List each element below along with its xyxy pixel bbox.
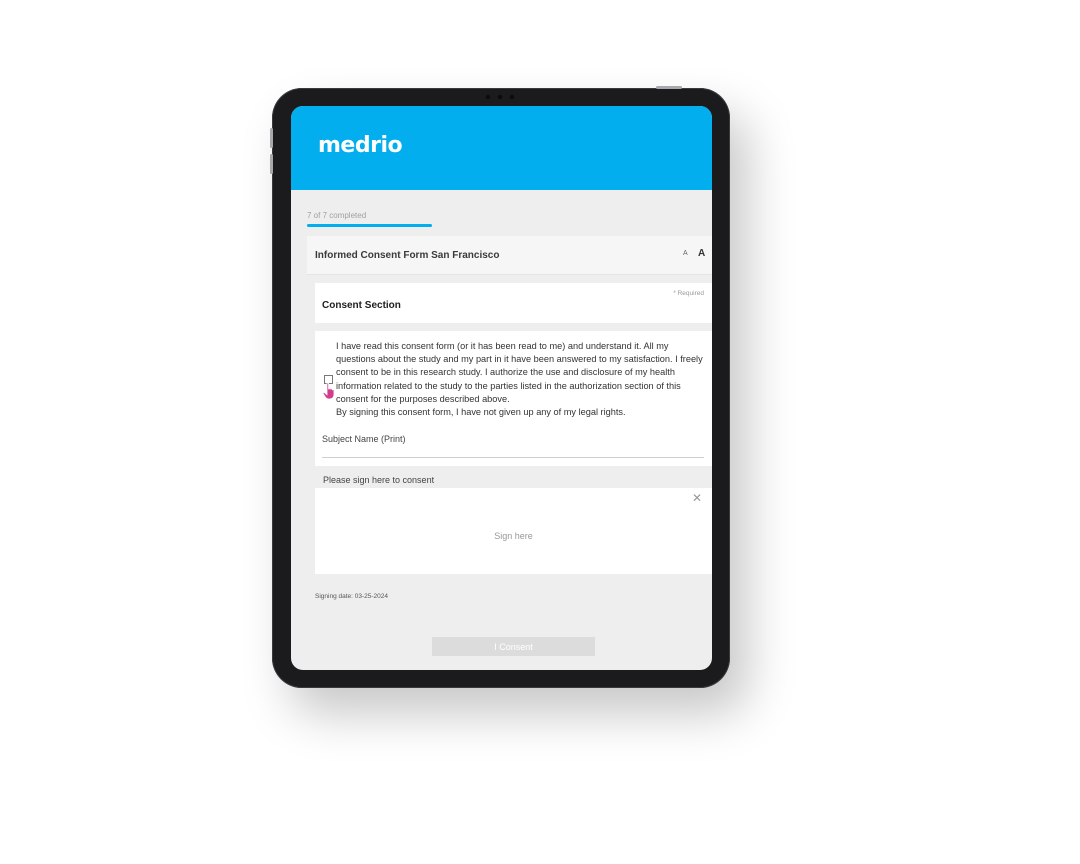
signature-pad[interactable]: ✕ Sign here bbox=[315, 488, 712, 574]
font-size-decrease-button[interactable]: A bbox=[683, 250, 688, 257]
tablet-device: medrio 7 of 7 completed Informed Consent… bbox=[270, 86, 730, 688]
signature-label: Please sign here to consent bbox=[323, 475, 435, 485]
close-icon[interactable]: ✕ bbox=[692, 491, 702, 505]
progress-bar bbox=[307, 224, 432, 227]
volume-down-button bbox=[270, 154, 273, 174]
signing-date: Signing date: 03-25-2024 bbox=[315, 593, 389, 600]
volume-up-button bbox=[270, 128, 273, 148]
camera-sensor bbox=[509, 94, 515, 100]
i-consent-button[interactable]: I Consent bbox=[432, 637, 595, 656]
subject-name-input[interactable] bbox=[322, 447, 704, 458]
progress-label: 7 of 7 completed bbox=[307, 211, 367, 220]
signature-placeholder: Sign here bbox=[494, 531, 533, 541]
subject-name-label: Subject Name (Print) bbox=[322, 434, 406, 444]
consent-paragraph: I have read this consent form (or it has… bbox=[336, 341, 703, 404]
front-camera bbox=[468, 94, 532, 102]
camera-lens bbox=[497, 94, 503, 100]
consent-section-header: * Required Consent Section bbox=[315, 283, 712, 323]
required-note: * Required bbox=[673, 290, 704, 297]
consent-statement: I have read this consent form (or it has… bbox=[336, 340, 706, 419]
legal-rights-paragraph: By signing this consent form, I have not… bbox=[336, 407, 626, 418]
progress-bar-fill bbox=[307, 224, 432, 227]
power-button bbox=[656, 86, 682, 89]
consent-statement-card: I have read this consent form (or it has… bbox=[315, 331, 712, 466]
app-header: medrio bbox=[291, 106, 712, 190]
form-title: Informed Consent Form San Francisco bbox=[315, 250, 500, 261]
form-title-bar: Informed Consent Form San Francisco A A bbox=[307, 236, 712, 275]
section-title: Consent Section bbox=[322, 300, 401, 311]
camera-sensor bbox=[485, 94, 491, 100]
medrio-logo: medrio bbox=[318, 133, 403, 158]
tablet-screen: medrio 7 of 7 completed Informed Consent… bbox=[291, 106, 712, 670]
font-size-increase-button[interactable]: A bbox=[698, 248, 705, 259]
